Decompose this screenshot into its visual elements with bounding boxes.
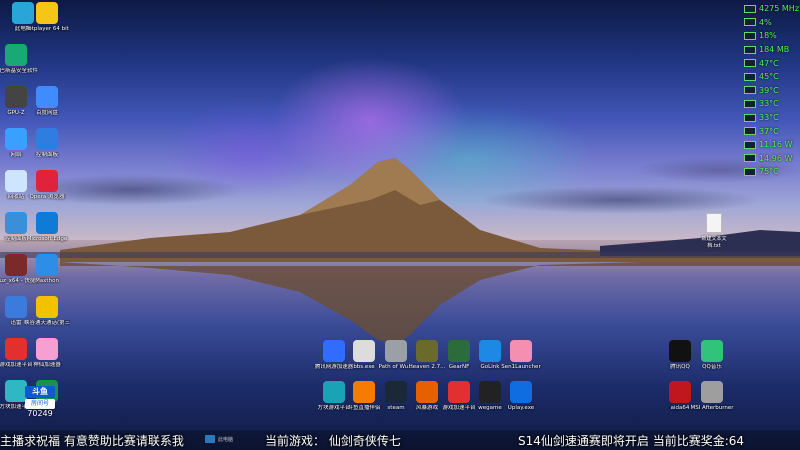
shortcut-label: Potplayer 64 bit bbox=[25, 26, 69, 32]
monitor-row: 4275 MHz bbox=[744, 2, 800, 16]
monitor-row: 184 MB bbox=[744, 43, 800, 57]
monitor-row: 75°C bbox=[744, 165, 800, 179]
file-label: 新建文本文档.txt bbox=[701, 236, 727, 249]
kaspersky-icon bbox=[5, 44, 27, 66]
monitor-row: 11.16 W bbox=[744, 138, 800, 152]
sen1-icon bbox=[510, 340, 532, 362]
ticker-left: 主播求祝福 有意赞助比赛请联系我 bbox=[0, 434, 184, 448]
room-tag: 房间号 bbox=[25, 399, 55, 409]
firefox-icon bbox=[416, 381, 438, 403]
desktop-shortcut[interactable]: 控制面板 bbox=[24, 128, 70, 159]
monitor-row: 45°C bbox=[744, 70, 800, 84]
shortcut-label: 百度网盘 bbox=[35, 110, 58, 116]
ticker-right: S14仙剑速通赛即将开启 当前比赛奖金:64 bbox=[518, 434, 745, 448]
desktop-shortcut[interactable]: Opera 浏览器 bbox=[24, 170, 70, 201]
desktop-shortcut[interactable]: QQ音乐 bbox=[689, 340, 735, 371]
room-number: 70249 bbox=[27, 409, 53, 418]
desktop-shortcut[interactable]: 百度网盘 bbox=[24, 86, 70, 117]
shortcut-label: Uplay.exe bbox=[507, 405, 535, 411]
monitor-row: 39°C bbox=[744, 84, 800, 98]
monitor-row: 18% bbox=[744, 29, 800, 43]
aida64-icon bbox=[669, 381, 691, 403]
lala-icon bbox=[36, 338, 58, 360]
sensor-value: 37°C bbox=[759, 126, 779, 136]
sensor-value: 39°C bbox=[759, 85, 779, 95]
desktop-shortcut[interactable]: Microsoft Edge bbox=[24, 212, 70, 243]
sensor-icon bbox=[744, 140, 756, 149]
text-file-icon[interactable]: 新建文本文档.txt bbox=[700, 213, 728, 249]
desktop-shortcut[interactable]: 神仙加速器 bbox=[24, 338, 70, 369]
sensor-value: 14.96 W bbox=[759, 153, 793, 163]
sensor-icon bbox=[744, 154, 756, 163]
desktop-shortcut[interactable]: 峡谷通天通话(第三版) bbox=[24, 296, 70, 327]
sensor-value: 33°C bbox=[759, 99, 779, 109]
document-icon bbox=[706, 213, 722, 233]
baidu-netdisk-icon bbox=[36, 86, 58, 108]
shortcut-label: 控制面板 bbox=[35, 152, 58, 158]
shortcut-label: Maxthon bbox=[35, 278, 59, 284]
hardware-monitor: 4275 MHz 4% 18% 184 MB 47°C 45°C 39°C 33°C 33°C 3… bbox=[744, 2, 800, 179]
sensor-value: 11.16 W bbox=[759, 140, 793, 150]
sensor-value: 45°C bbox=[759, 72, 779, 82]
uplay-icon bbox=[510, 381, 532, 403]
shortcut-label: Microsoft Edge bbox=[26, 236, 68, 242]
sensor-icon bbox=[744, 45, 756, 54]
sensor-icon bbox=[744, 4, 756, 13]
sensor-icon bbox=[744, 31, 756, 40]
douyu-icon bbox=[353, 381, 375, 403]
shortcut-label: Opera 浏览器 bbox=[29, 194, 65, 200]
sensor-value: 47°C bbox=[759, 58, 779, 68]
shortcut-label: QQ音乐 bbox=[702, 364, 722, 370]
sensor-icon bbox=[744, 18, 756, 27]
heaven-icon bbox=[416, 340, 438, 362]
shortcut-label: 峡谷通天通话(第三版) bbox=[24, 320, 70, 326]
sensor-icon bbox=[744, 59, 756, 68]
shortcut-label: Sen1Launcher bbox=[501, 364, 541, 370]
desktop-shortcut[interactable]: Sen1Launcher bbox=[498, 340, 544, 371]
sensor-icon bbox=[744, 113, 756, 122]
douyu-logo: 斗鱼 bbox=[25, 386, 55, 398]
sensor-value: 18% bbox=[759, 31, 777, 41]
qqmusic-icon bbox=[701, 340, 723, 362]
sensor-icon bbox=[744, 127, 756, 136]
afterburner-icon bbox=[701, 381, 723, 403]
sensor-icon bbox=[744, 167, 756, 176]
sensor-value: 184 MB bbox=[759, 45, 790, 55]
sensor-icon bbox=[744, 72, 756, 81]
opera-icon bbox=[36, 170, 58, 192]
desktop-shortcut[interactable]: Maxthon bbox=[24, 254, 70, 285]
monitor-row: 33°C bbox=[744, 97, 800, 111]
monitor-row: 47°C bbox=[744, 56, 800, 70]
sensor-value: 4% bbox=[759, 17, 772, 27]
control-panel-icon bbox=[36, 128, 58, 150]
shortcut-label: 卡巴斯基安全软件 bbox=[0, 68, 38, 74]
monitor-row: 4% bbox=[744, 16, 800, 30]
desktop-shortcut[interactable]: MSI Afterburner bbox=[689, 381, 735, 412]
qq-icon bbox=[669, 340, 691, 362]
edge-icon bbox=[36, 212, 58, 234]
potplayer-icon bbox=[36, 2, 58, 24]
desktop-shortcut[interactable]: Potplayer 64 bit bbox=[24, 2, 70, 33]
monitor-row: 37°C bbox=[744, 124, 800, 138]
shortcut-label: MSI Afterburner bbox=[690, 405, 734, 411]
sensor-icon bbox=[744, 99, 756, 108]
bbs-icon bbox=[353, 340, 375, 362]
maxthon-icon bbox=[36, 254, 58, 276]
stream-ticker: 主播求祝福 有意赞助比赛请联系我 当前游戏： 仙剑奇侠传七 S14仙剑速通赛即将… bbox=[0, 430, 800, 450]
desktop-shortcut[interactable]: 卡巴斯基安全软件 bbox=[0, 44, 39, 75]
desktop-shortcut[interactable]: Uplay.exe bbox=[498, 381, 544, 412]
ticker-middle: 当前游戏： 仙剑奇侠传七 bbox=[265, 434, 401, 448]
sensor-value: 33°C bbox=[759, 113, 779, 123]
monitor-row: 14.96 W bbox=[744, 152, 800, 166]
sensor-icon bbox=[744, 86, 756, 95]
sensor-value: 75°C bbox=[759, 167, 779, 177]
room-badge: 斗鱼 房间号 70249 bbox=[19, 386, 61, 432]
monitor-row: 33°C bbox=[744, 111, 800, 125]
sensor-value: 4275 MHz bbox=[759, 4, 800, 14]
shortcut-label: 神仙加速器 bbox=[33, 362, 61, 368]
help-icon bbox=[36, 296, 58, 318]
